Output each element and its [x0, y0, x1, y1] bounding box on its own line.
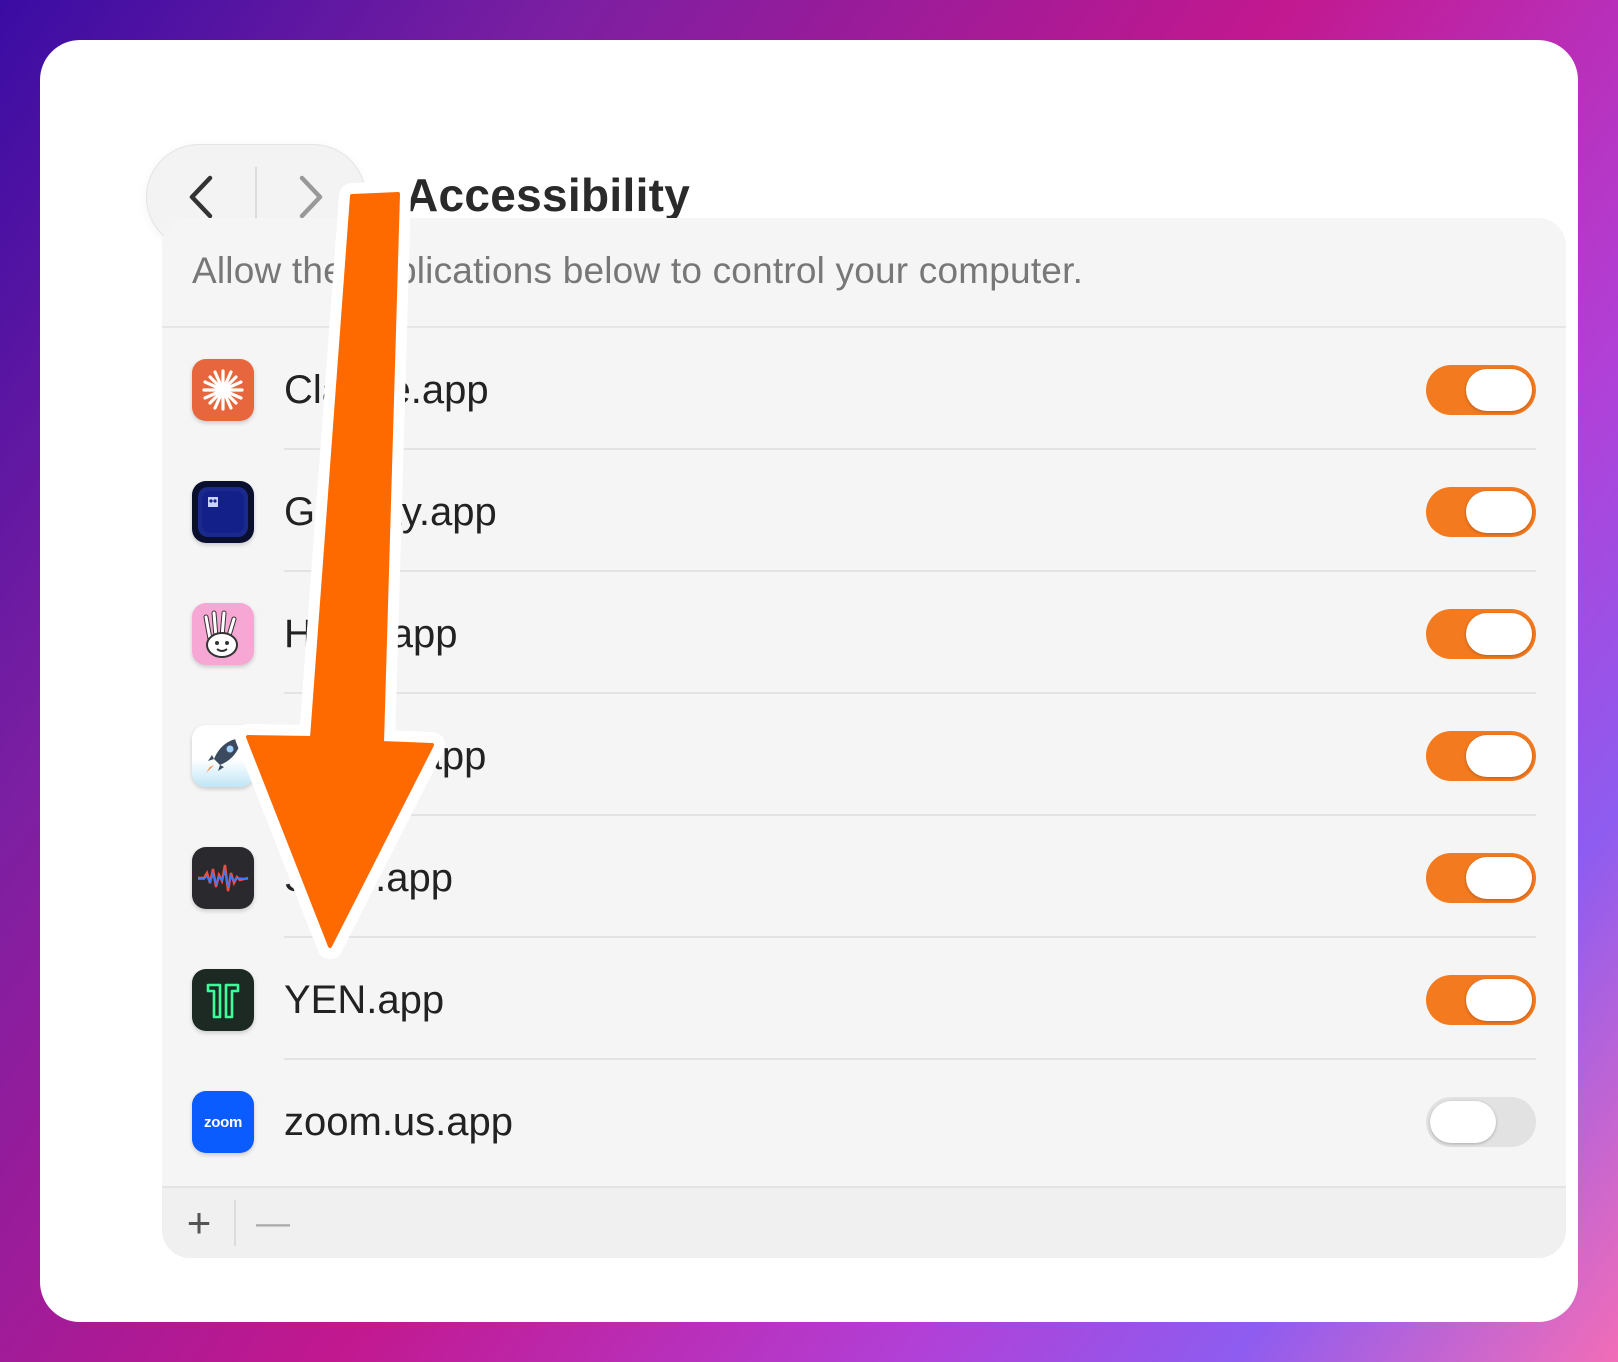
toggle-rocket[interactable]: [1426, 731, 1536, 781]
toggle-knob: [1466, 979, 1532, 1021]
toggle-claude[interactable]: [1426, 365, 1536, 415]
app-name: Ghostty.app: [284, 490, 497, 534]
rocket-icon: [192, 725, 254, 787]
settings-window: Accessibility Allow the applications bel…: [40, 40, 1578, 1322]
toggle-knob: [1466, 735, 1532, 777]
panel-description: Allow the applications below to control …: [192, 250, 1084, 291]
toggle-knob: [1466, 491, 1532, 533]
toggle-knob: [1466, 613, 1532, 655]
app-row-yen: YEN.app: [162, 938, 1566, 1060]
chevron-left-icon: [189, 175, 213, 219]
app-row-claude: Claude.app: [162, 328, 1566, 450]
panel-footer: + —: [162, 1186, 1566, 1258]
app-name: zoom.us.app: [284, 1100, 514, 1144]
page-title: Accessibility: [405, 169, 691, 221]
toggle-knob: [1466, 857, 1532, 899]
app-name: YEN.app: [284, 978, 445, 1022]
yen-icon: [192, 969, 254, 1031]
toggle-ghostty[interactable]: [1426, 487, 1536, 537]
app-row-stats: Stats.app: [162, 816, 1566, 938]
hand-icon: [192, 603, 254, 665]
toggle-yen[interactable]: [1426, 975, 1536, 1025]
app-name: Stats.app: [284, 856, 454, 900]
chevron-right-icon: [299, 175, 323, 219]
app-row-rocket: Rocket.app: [162, 694, 1566, 816]
waveform-icon: [192, 847, 254, 909]
toggle-hand[interactable]: [1426, 609, 1536, 659]
app-name: Rocket.app: [284, 734, 487, 778]
app-row-ghostty: Ghostty.app: [162, 450, 1566, 572]
app-row-hand: Hand.app: [162, 572, 1566, 694]
claude-icon: [192, 359, 254, 421]
remove-button[interactable]: —: [238, 1188, 308, 1258]
ghost-icon: [192, 481, 254, 543]
toggle-stats[interactable]: [1426, 853, 1536, 903]
zoom-icon-text: zoom: [204, 1113, 242, 1131]
toggle-knob: [1466, 369, 1532, 411]
app-row-zoom: zoom zoom.us.app: [162, 1060, 1566, 1182]
app-name: Hand.app: [284, 612, 458, 656]
app-name: Claude.app: [284, 368, 489, 412]
zoom-icon: zoom: [192, 1091, 254, 1153]
footer-separator: [234, 1200, 236, 1246]
toggle-knob: [1430, 1101, 1496, 1143]
add-button[interactable]: +: [164, 1188, 234, 1258]
apps-panel: Allow the applications below to control …: [162, 218, 1566, 1258]
toggle-zoom[interactable]: [1426, 1097, 1536, 1147]
